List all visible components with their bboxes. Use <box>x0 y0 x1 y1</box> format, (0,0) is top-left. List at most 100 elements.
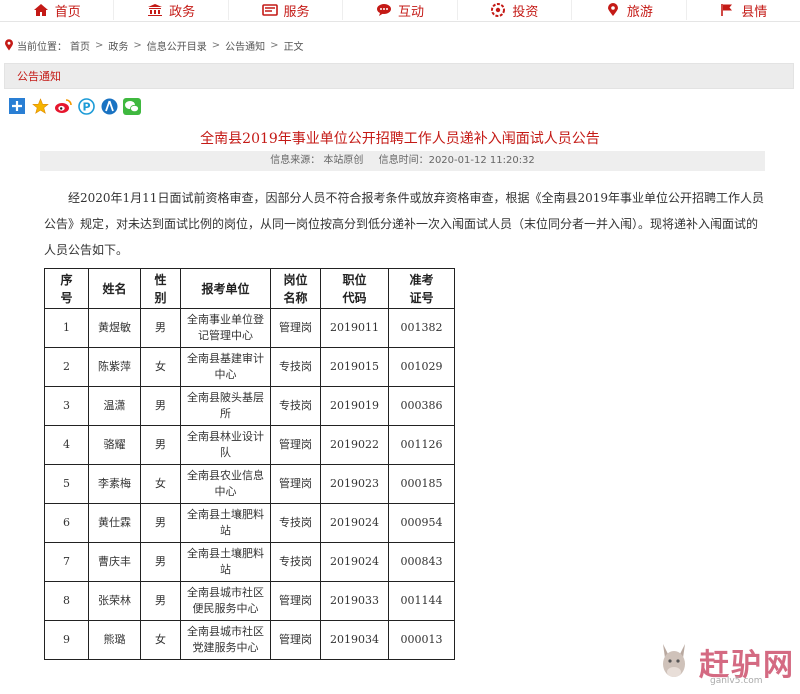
cell-name: 熊璐 <box>88 620 141 660</box>
header-ticket: 准考证号 <box>388 268 455 309</box>
cell-index: 9 <box>44 620 89 660</box>
cell-unit: 全南县土壤肥料站 <box>180 542 271 582</box>
cell-index: 6 <box>44 503 89 543</box>
nav-label: 县情 <box>741 4 768 20</box>
cell-ticket: 001126 <box>388 425 455 465</box>
renren-icon <box>101 98 117 114</box>
header-label: 性别 <box>154 272 167 305</box>
header-name: 姓名 <box>88 268 141 309</box>
cell-ticket: 001382 <box>388 308 455 348</box>
share-renren-button[interactable] <box>100 97 118 115</box>
share-tencent-button[interactable]: P <box>77 97 95 115</box>
share-weibo-button[interactable] <box>54 97 72 115</box>
cell-unit: 全南县林业设计队 <box>180 425 271 465</box>
nav-item-invest[interactable]: 投资 <box>458 0 573 20</box>
nav-item-interaction[interactable]: 互动 <box>343 0 458 20</box>
table-row: 5 李素梅女全南县农业信息中心 管理岗 2019023 000185 <box>44 464 455 504</box>
cell-name: 温潇 <box>88 386 141 426</box>
cell-name: 黄仕霖 <box>88 503 141 543</box>
breadcrumb-separator: > <box>133 39 142 51</box>
cell-unit: 全南事业单位登记管理中心 <box>180 308 271 348</box>
article-time: 信息时间：2020-01-12 11:20:32 <box>378 155 535 166</box>
breadcrumb-separator: > <box>270 39 279 51</box>
nav-item-county[interactable]: 县情 <box>687 0 800 20</box>
cell-position: 管理岗 <box>270 425 321 465</box>
top-nav: 首页 政务 服务 互动 投资 旅游 县情 <box>0 0 800 22</box>
cell-name: 张荣林 <box>88 581 141 621</box>
table-row: 8 张荣林男全南县城市社区便民服务中心 管理岗 2019033 001144 <box>44 581 455 621</box>
cell-position: 管理岗 <box>270 308 321 348</box>
nav-label: 服务 <box>283 4 310 20</box>
cell-code: 2019011 <box>320 308 389 348</box>
cell-position: 管理岗 <box>270 581 321 621</box>
table-row: 6 黄仕霖男全南县土壤肥料站 专技岗 2019024 000954 <box>44 503 455 543</box>
section-title[interactable]: 公告通知 <box>17 68 61 84</box>
cell-name: 李素梅 <box>88 464 141 504</box>
article-source: 信息来源： 本站原创 <box>270 155 364 166</box>
article-meta: 信息来源： 本站原创 信息时间：2020-01-12 11:20:32 <box>40 151 765 171</box>
breadcrumb-info-catalog[interactable]: 信息公开目录 <box>147 38 207 53</box>
cell-gender: 男 <box>140 542 181 582</box>
breadcrumb: 当前位置： 首页 > 政务 > 信息公开目录 > 公告通知 > 正文 <box>4 37 304 53</box>
share-bar: P <box>8 97 141 115</box>
header-label: 岗位名称 <box>283 272 308 305</box>
cell-index: 1 <box>44 308 89 348</box>
table-row: 3 温潇男全南县陂头基层所 专技岗 2019019 000386 <box>44 386 455 426</box>
service-icon <box>261 4 278 16</box>
header-label: 职位代码 <box>342 272 367 305</box>
nav-item-government[interactable]: 政务 <box>114 0 229 20</box>
cell-unit: 全南县陂头基层所 <box>180 386 271 426</box>
cell-ticket: 001029 <box>388 347 455 387</box>
breadcrumb-current: 正文 <box>283 41 304 53</box>
share-wechat-button[interactable] <box>123 97 141 115</box>
candidate-table-wrapper: 序号 姓名 性别 报考单位 岗位名称 职位代码 准考证号 1 黄煜敏男 全南事业单位… <box>44 268 464 694</box>
candidate-table: 序号 姓名 性别 报考单位 岗位名称 职位代码 准考证号 1 黄煜敏男 全南事业单位… <box>44 268 455 660</box>
table-header-row: 序号 姓名 性别 报考单位 岗位名称 职位代码 准考证号 <box>44 268 455 309</box>
breadcrumb-separator: > <box>95 39 104 51</box>
header-label: 姓名 <box>102 281 127 296</box>
breadcrumb-home[interactable]: 首页 <box>70 38 90 53</box>
location-pin-icon <box>607 3 618 16</box>
article-title: 全南县2019年事业单位公开招聘工作人员递补入闱面试人员公告 <box>200 131 600 147</box>
cell-gender: 男 <box>140 581 181 621</box>
home-icon <box>33 4 48 16</box>
flag-icon <box>721 4 733 16</box>
nav-item-service[interactable]: 服务 <box>229 0 344 20</box>
breadcrumb-government[interactable]: 政务 <box>108 38 128 53</box>
cell-ticket: 000843 <box>388 542 455 582</box>
table-row: 1 黄煜敏男全南事业单位登记管理中心 管理岗 2019011 001382 <box>44 308 455 348</box>
nav-label: 投资 <box>512 4 539 20</box>
cell-code: 2019023 <box>320 464 389 504</box>
cell-position: 专技岗 <box>270 386 321 426</box>
cell-unit: 全南县基建审计中心 <box>180 347 271 387</box>
table-row: 7 曹庆丰男全南县土壤肥料站 专技岗 2019024 000843 <box>44 542 455 582</box>
cell-code: 2019024 <box>320 503 389 543</box>
cell-ticket: 000185 <box>388 464 455 504</box>
cell-ticket: 001144 <box>388 581 455 621</box>
header-position: 岗位名称 <box>270 268 321 309</box>
cell-name: 黄煜敏 <box>88 308 141 348</box>
share-qzone-button[interactable] <box>31 97 49 115</box>
cell-code: 2019015 <box>320 347 389 387</box>
cell-gender: 女 <box>140 347 181 387</box>
cell-index: 8 <box>44 581 89 621</box>
header-code: 职位代码 <box>320 268 389 309</box>
cell-ticket: 000013 <box>388 620 455 660</box>
cell-unit: 全南县农业信息中心 <box>180 464 271 504</box>
share-more-button[interactable] <box>8 97 26 115</box>
cell-name: 曹庆丰 <box>88 542 141 582</box>
cell-code: 2019019 <box>320 386 389 426</box>
cell-name: 陈紫萍 <box>88 347 141 387</box>
header-label: 序号 <box>60 272 73 305</box>
cell-position: 管理岗 <box>270 620 321 660</box>
nav-item-travel[interactable]: 旅游 <box>572 0 687 20</box>
nav-item-home[interactable]: 首页 <box>0 0 115 20</box>
header-index: 序号 <box>44 268 89 309</box>
cell-ticket: 000386 <box>388 386 455 426</box>
tencent-weibo-icon: P <box>77 97 95 115</box>
cell-ticket: 000954 <box>388 503 455 543</box>
cell-index: 5 <box>44 464 89 504</box>
breadcrumb-notices[interactable]: 公告通知 <box>225 38 265 53</box>
nav-label: 首页 <box>54 4 81 20</box>
invest-icon <box>491 3 506 17</box>
